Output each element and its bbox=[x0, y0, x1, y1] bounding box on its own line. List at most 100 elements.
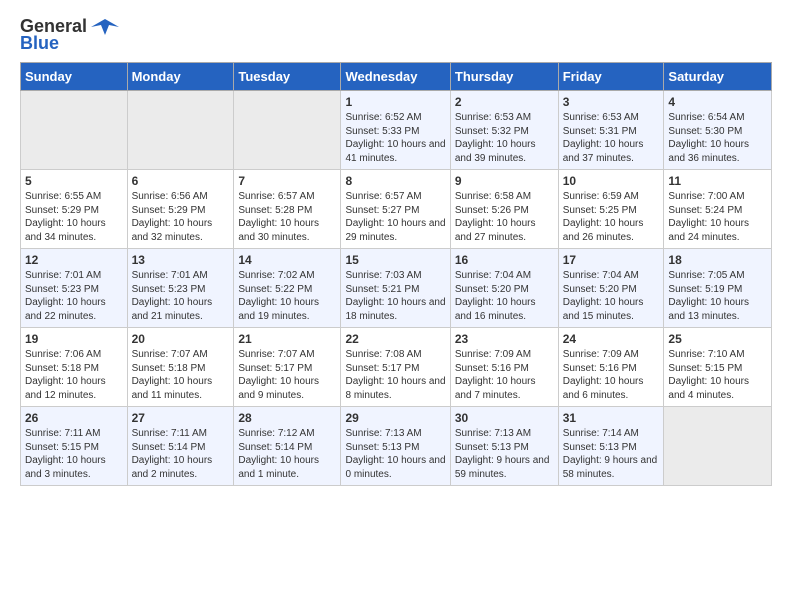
day-detail: Sunrise: 7:12 AMSunset: 5:14 PMDaylight:… bbox=[238, 427, 336, 481]
calendar-table: SundayMondayTuesdayWednesdayThursdayFrid… bbox=[20, 62, 772, 486]
day-detail: Sunrise: 6:52 AMSunset: 5:33 PMDaylight:… bbox=[345, 111, 445, 165]
day-detail: Sunrise: 7:04 AMSunset: 5:20 PMDaylight:… bbox=[563, 269, 660, 323]
day-number: 25 bbox=[668, 332, 767, 346]
day-number: 29 bbox=[345, 411, 445, 425]
calendar-cell: 22 Sunrise: 7:08 AMSunset: 5:17 PMDayligh… bbox=[341, 328, 450, 407]
day-number: 20 bbox=[132, 332, 230, 346]
calendar-header-friday: Friday bbox=[558, 63, 664, 91]
page: General Blue SundayMondayTuesdayWednesda… bbox=[0, 0, 792, 502]
day-number: 6 bbox=[132, 174, 230, 188]
day-number: 17 bbox=[563, 253, 660, 267]
calendar-cell: 1 Sunrise: 6:52 AMSunset: 5:33 PMDaylight… bbox=[341, 91, 450, 170]
day-detail: Sunrise: 7:13 AMSunset: 5:13 PMDaylight:… bbox=[345, 427, 445, 481]
day-detail: Sunrise: 6:55 AMSunset: 5:29 PMDaylight:… bbox=[25, 190, 123, 244]
calendar-cell: 30 Sunrise: 7:13 AMSunset: 5:13 PMDayligh… bbox=[450, 407, 558, 486]
day-number: 24 bbox=[563, 332, 660, 346]
day-detail: Sunrise: 7:02 AMSunset: 5:22 PMDaylight:… bbox=[238, 269, 336, 323]
calendar-cell: 15Sunrise: 7:03 AMSunset: 5:21 PMDayligh… bbox=[341, 249, 450, 328]
calendar-cell: 26Sunrise: 7:11 AMSunset: 5:15 PMDayligh… bbox=[21, 407, 128, 486]
day-detail: Sunrise: 6:58 AMSunset: 5:26 PMDaylight:… bbox=[455, 190, 554, 244]
calendar-cell: 19Sunrise: 7:06 AMSunset: 5:18 PMDayligh… bbox=[21, 328, 128, 407]
calendar-cell: 25 Sunrise: 7:10 AMSunset: 5:15 PMDayligh… bbox=[664, 328, 772, 407]
day-detail: Sunrise: 7:10 AMSunset: 5:15 PMDaylight:… bbox=[668, 348, 767, 402]
calendar-cell: 11 Sunrise: 7:00 AMSunset: 5:24 PMDayligh… bbox=[664, 170, 772, 249]
calendar-header-thursday: Thursday bbox=[450, 63, 558, 91]
calendar-header-tuesday: Tuesday bbox=[234, 63, 341, 91]
calendar-cell: 2 Sunrise: 6:53 AMSunset: 5:32 PMDaylight… bbox=[450, 91, 558, 170]
day-detail: Sunrise: 7:05 AMSunset: 5:19 PMDaylight:… bbox=[668, 269, 767, 323]
calendar-cell: 23 Sunrise: 7:09 AMSunset: 5:16 PMDayligh… bbox=[450, 328, 558, 407]
calendar-row-2: 12 Sunrise: 7:01 AMSunset: 5:23 PMDayligh… bbox=[21, 249, 772, 328]
calendar-row-1: 5 Sunrise: 6:55 AMSunset: 5:29 PMDaylight… bbox=[21, 170, 772, 249]
day-number: 3 bbox=[563, 95, 660, 109]
logo-blue: Blue bbox=[20, 33, 59, 54]
calendar-row-3: 19Sunrise: 7:06 AMSunset: 5:18 PMDayligh… bbox=[21, 328, 772, 407]
calendar-cell: 29 Sunrise: 7:13 AMSunset: 5:13 PMDayligh… bbox=[341, 407, 450, 486]
calendar-cell: 28 Sunrise: 7:12 AMSunset: 5:14 PMDayligh… bbox=[234, 407, 341, 486]
day-number: 30 bbox=[455, 411, 554, 425]
logo: General Blue bbox=[20, 16, 119, 54]
day-detail: Sunrise: 7:11 AMSunset: 5:15 PMDaylight:… bbox=[25, 427, 123, 481]
day-number: 1 bbox=[345, 95, 445, 109]
day-number: 28 bbox=[238, 411, 336, 425]
calendar-cell: 10 Sunrise: 6:59 AMSunset: 5:25 PMDayligh… bbox=[558, 170, 664, 249]
day-number: 8 bbox=[345, 174, 445, 188]
calendar-header-row: SundayMondayTuesdayWednesdayThursdayFrid… bbox=[21, 63, 772, 91]
calendar-cell bbox=[234, 91, 341, 170]
logo-bird-icon bbox=[91, 17, 119, 37]
calendar-cell: 8 Sunrise: 6:57 AMSunset: 5:27 PMDaylight… bbox=[341, 170, 450, 249]
day-detail: Sunrise: 6:56 AMSunset: 5:29 PMDaylight:… bbox=[132, 190, 230, 244]
day-number: 7 bbox=[238, 174, 336, 188]
calendar-cell: 31 Sunrise: 7:14 AMSunset: 5:13 PMDayligh… bbox=[558, 407, 664, 486]
day-number: 13 bbox=[132, 253, 230, 267]
calendar-cell bbox=[664, 407, 772, 486]
day-detail: Sunrise: 7:14 AMSunset: 5:13 PMDaylight:… bbox=[563, 427, 660, 481]
calendar-cell: 24Sunrise: 7:09 AMSunset: 5:16 PMDayligh… bbox=[558, 328, 664, 407]
day-number: 23 bbox=[455, 332, 554, 346]
calendar-header-monday: Monday bbox=[127, 63, 234, 91]
calendar-cell: 4 Sunrise: 6:54 AMSunset: 5:30 PMDaylight… bbox=[664, 91, 772, 170]
day-detail: Sunrise: 7:08 AMSunset: 5:17 PMDaylight:… bbox=[345, 348, 445, 402]
calendar-cell bbox=[127, 91, 234, 170]
day-detail: Sunrise: 7:13 AMSunset: 5:13 PMDaylight:… bbox=[455, 427, 554, 481]
day-number: 4 bbox=[668, 95, 767, 109]
day-detail: Sunrise: 7:01 AMSunset: 5:23 PMDaylight:… bbox=[25, 269, 123, 323]
day-number: 5 bbox=[25, 174, 123, 188]
day-detail: Sunrise: 7:07 AMSunset: 5:18 PMDaylight:… bbox=[132, 348, 230, 402]
header: General Blue bbox=[20, 16, 772, 54]
calendar-row-0: 1 Sunrise: 6:52 AMSunset: 5:33 PMDaylight… bbox=[21, 91, 772, 170]
calendar-row-4: 26Sunrise: 7:11 AMSunset: 5:15 PMDayligh… bbox=[21, 407, 772, 486]
day-number: 15 bbox=[345, 253, 445, 267]
calendar-cell: 13 Sunrise: 7:01 AMSunset: 5:23 PMDayligh… bbox=[127, 249, 234, 328]
day-detail: Sunrise: 7:09 AMSunset: 5:16 PMDaylight:… bbox=[455, 348, 554, 402]
day-number: 31 bbox=[563, 411, 660, 425]
day-detail: Sunrise: 6:53 AMSunset: 5:32 PMDaylight:… bbox=[455, 111, 554, 165]
day-number: 27 bbox=[132, 411, 230, 425]
day-detail: Sunrise: 6:53 AMSunset: 5:31 PMDaylight:… bbox=[563, 111, 660, 165]
day-number: 11 bbox=[668, 174, 767, 188]
calendar-header-saturday: Saturday bbox=[664, 63, 772, 91]
calendar-cell: 17 Sunrise: 7:04 AMSunset: 5:20 PMDayligh… bbox=[558, 249, 664, 328]
day-number: 22 bbox=[345, 332, 445, 346]
day-detail: Sunrise: 7:07 AMSunset: 5:17 PMDaylight:… bbox=[238, 348, 336, 402]
calendar-cell: 20 Sunrise: 7:07 AMSunset: 5:18 PMDayligh… bbox=[127, 328, 234, 407]
day-number: 21 bbox=[238, 332, 336, 346]
calendar-cell bbox=[21, 91, 128, 170]
day-detail: Sunrise: 6:57 AMSunset: 5:27 PMDaylight:… bbox=[345, 190, 445, 244]
day-number: 14 bbox=[238, 253, 336, 267]
calendar-header-sunday: Sunday bbox=[21, 63, 128, 91]
day-detail: Sunrise: 6:59 AMSunset: 5:25 PMDaylight:… bbox=[563, 190, 660, 244]
day-detail: Sunrise: 6:54 AMSunset: 5:30 PMDaylight:… bbox=[668, 111, 767, 165]
calendar-cell: 16Sunrise: 7:04 AMSunset: 5:20 PMDayligh… bbox=[450, 249, 558, 328]
day-detail: Sunrise: 6:57 AMSunset: 5:28 PMDaylight:… bbox=[238, 190, 336, 244]
day-number: 18 bbox=[668, 253, 767, 267]
day-number: 9 bbox=[455, 174, 554, 188]
calendar-cell: 5 Sunrise: 6:55 AMSunset: 5:29 PMDaylight… bbox=[21, 170, 128, 249]
day-number: 2 bbox=[455, 95, 554, 109]
day-detail: Sunrise: 7:00 AMSunset: 5:24 PMDaylight:… bbox=[668, 190, 767, 244]
day-number: 12 bbox=[25, 253, 123, 267]
calendar-cell: 7 Sunrise: 6:57 AMSunset: 5:28 PMDaylight… bbox=[234, 170, 341, 249]
day-number: 10 bbox=[563, 174, 660, 188]
day-detail: Sunrise: 7:01 AMSunset: 5:23 PMDaylight:… bbox=[132, 269, 230, 323]
day-number: 19 bbox=[25, 332, 123, 346]
